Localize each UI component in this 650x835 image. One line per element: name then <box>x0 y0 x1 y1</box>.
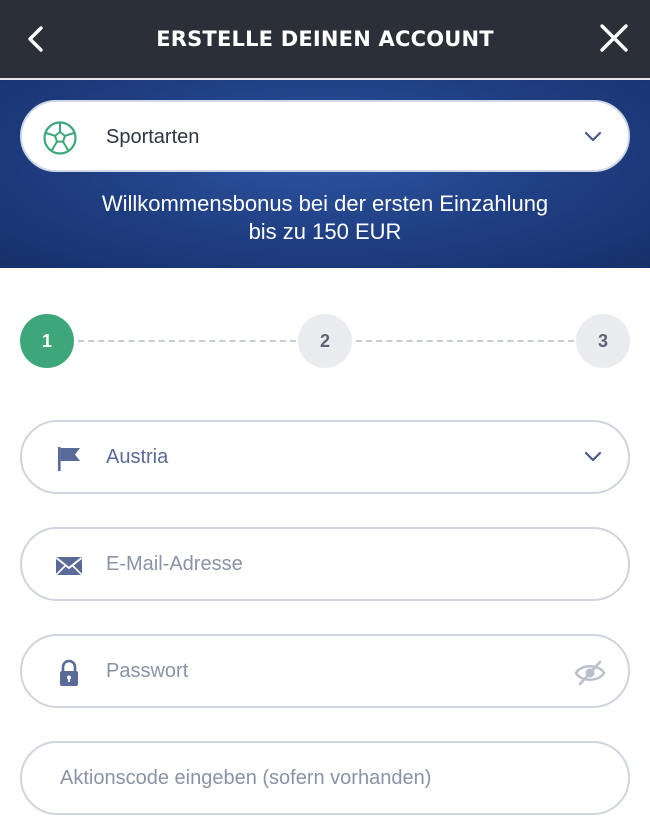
step-3: 3 <box>576 314 630 368</box>
registration-stepper: 1 2 3 <box>20 314 630 368</box>
step-connector <box>356 340 574 342</box>
close-button[interactable] <box>596 20 632 56</box>
soccer-ball-icon <box>43 121 77 155</box>
bonus-line-1: Willkommensbonus bei der ersten Einzahlu… <box>101 191 549 216</box>
lock-icon <box>60 659 78 686</box>
step-connector <box>78 340 296 342</box>
page-title: ERSTELLE DEINEN ACCOUNT <box>156 27 494 51</box>
email-field[interactable]: E-Mail-Adresse <box>20 527 630 601</box>
password-field[interactable]: Passwort <box>20 634 630 708</box>
flag-icon <box>58 447 80 471</box>
chevron-down-icon <box>584 451 602 462</box>
email-placeholder: E-Mail-Adresse <box>106 553 243 575</box>
password-placeholder: Passwort <box>106 660 189 682</box>
eye-slash-icon[interactable] <box>574 658 606 688</box>
promo-banner: Sportarten Willkommensbonus bei der erst… <box>0 80 650 268</box>
chevron-down-icon <box>584 131 602 142</box>
sport-select-label: Sportarten <box>106 126 200 148</box>
sport-select[interactable]: Sportarten <box>20 100 630 172</box>
country-value: Austria <box>106 446 169 468</box>
back-button[interactable] <box>20 22 54 56</box>
bonus-line-2: bis zu 150 EUR <box>248 219 402 244</box>
promo-code-placeholder: Aktionscode eingeben (sofern vorhanden) <box>60 767 432 789</box>
chevron-left-icon <box>28 26 43 52</box>
step-1: 1 <box>20 314 74 368</box>
promo-code-field[interactable]: Aktionscode eingeben (sofern vorhanden) <box>20 741 630 815</box>
country-select[interactable]: Austria <box>20 420 630 494</box>
step-2: 2 <box>298 314 352 368</box>
close-icon <box>600 24 628 52</box>
welcome-bonus-text: Willkommensbonus bei der ersten Einzahlu… <box>0 190 650 246</box>
envelope-icon <box>55 557 83 576</box>
app-header: ERSTELLE DEINEN ACCOUNT <box>0 0 650 78</box>
